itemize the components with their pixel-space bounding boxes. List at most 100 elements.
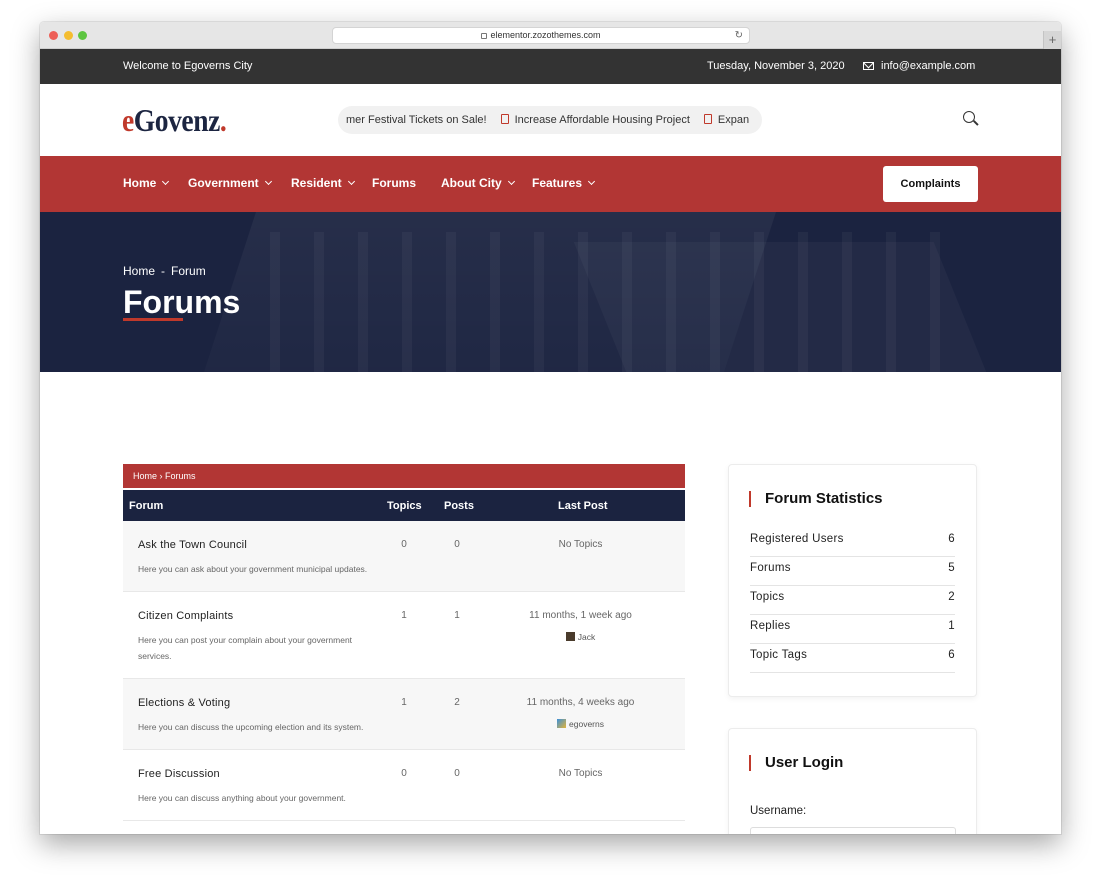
post-count: 2	[454, 697, 460, 708]
document-icon	[500, 114, 509, 124]
user-login-widget: User Login Username:	[728, 728, 977, 834]
lock-icon	[481, 32, 488, 39]
column-header-posts: Posts	[444, 500, 474, 512]
last-post-link[interactable]: 11 months, 4 weeks ago	[508, 697, 653, 708]
news-ticker: mer Festival Tickets on Sale! Increase Af…	[338, 106, 762, 134]
post-count: 1	[454, 610, 460, 621]
nav-item-features[interactable]: Features	[532, 176, 596, 190]
nav-label: About City	[441, 176, 502, 190]
nav-item-resident[interactable]: Resident	[291, 176, 355, 190]
url-text: elementor.zozothemes.com	[490, 30, 601, 40]
logo-text: Govenz	[133, 102, 221, 138]
top-info-bar: Welcome to Egoverns City Tuesday, Novemb…	[40, 49, 1061, 84]
chevron-down-icon	[264, 177, 272, 186]
nav-item-about-city[interactable]: About City	[441, 176, 515, 190]
username-input[interactable]	[750, 827, 956, 834]
post-count: 0	[454, 768, 460, 779]
forum-title-link[interactable]: Free Discussion	[138, 768, 220, 780]
topic-count: 1	[401, 610, 407, 621]
breadcrumb-separator: -	[161, 264, 166, 278]
title-underline	[123, 318, 183, 321]
stat-value: 6	[948, 649, 955, 661]
last-post: No Topics	[558, 768, 603, 779]
breadcrumb-home-link[interactable]: Home	[123, 264, 155, 278]
forum-title-link[interactable]: Ask the Town Council	[138, 539, 247, 551]
nav-label: Forums	[372, 176, 417, 190]
reload-icon[interactable]: ↻	[735, 28, 743, 43]
forum-table-header: Forum Topics Posts Last Post	[123, 490, 685, 521]
forum-description: Here you can post your complain about yo…	[138, 635, 353, 661]
site-logo[interactable]: eGovenz.	[122, 102, 227, 139]
ticker-item[interactable]: Expan	[718, 114, 749, 126]
forum-row: Citizen Complaints Here you can post you…	[123, 592, 685, 679]
main-navigation: Home Government Resident Forums About Ci…	[40, 156, 1061, 212]
chevron-down-icon	[347, 177, 355, 186]
page-hero: Home - Forum Forums	[40, 212, 1061, 372]
site-header: eGovenz. mer Festival Tickets on Sale! In…	[40, 84, 1061, 156]
stat-row: Registered Users 6	[750, 528, 955, 557]
stat-row: Forums 5	[750, 557, 955, 586]
topic-count: 0	[401, 539, 407, 550]
forum-title-link[interactable]: Citizen Complaints	[138, 610, 233, 622]
avatar	[565, 632, 575, 641]
forum-title-link[interactable]: Elections & Voting	[138, 697, 230, 709]
breadcrumb-current: Forum	[171, 264, 206, 278]
search-icon[interactable]	[963, 111, 975, 123]
address-bar[interactable]: elementor.zozothemes.com ↻	[332, 27, 750, 44]
forum-statistics-widget: Forum Statistics Registered Users 6 Forum…	[728, 464, 977, 697]
forum-row: Ask the Town Council Here you can ask ab…	[123, 521, 685, 592]
last-post-link[interactable]: 11 months, 1 week ago	[508, 610, 653, 621]
browser-toolbar: elementor.zozothemes.com ↻ +	[40, 22, 1061, 49]
column-header-last-post: Last Post	[558, 500, 608, 512]
stat-label: Topic Tags	[750, 649, 808, 661]
topic-count: 0	[401, 768, 407, 779]
stat-value: 5	[948, 562, 955, 574]
column-header-topics: Topics	[387, 500, 422, 512]
new-tab-button[interactable]: +	[1043, 31, 1061, 49]
document-icon	[703, 114, 712, 124]
stat-value: 1	[948, 620, 955, 632]
nav-item-home[interactable]: Home	[123, 176, 170, 190]
forum-list: Home › Forums Forum Topics Posts Last Po…	[123, 464, 685, 821]
stat-row: Topics 2	[750, 586, 955, 615]
minimize-window-button[interactable]	[64, 31, 73, 40]
contact-email-link[interactable]: info@example.com	[881, 60, 975, 72]
username-label: Username:	[750, 805, 807, 817]
forum-breadcrumb[interactable]: Home › Forums	[123, 464, 685, 488]
forum-description: Here you can discuss the upcoming electi…	[138, 722, 364, 732]
chevron-down-icon	[507, 177, 515, 186]
welcome-text: Welcome to Egoverns City	[123, 60, 253, 72]
nav-label: Features	[532, 176, 583, 190]
nav-item-government[interactable]: Government	[188, 176, 272, 190]
breadcrumb: Home - Forum	[123, 264, 206, 278]
last-post-author[interactable]: Jack	[508, 632, 653, 642]
widget-title: Forum Statistics	[749, 491, 883, 507]
ticker-item[interactable]: mer Festival Tickets on Sale!	[346, 114, 487, 126]
ticker-item[interactable]: Increase Affordable Housing Project	[515, 114, 690, 126]
column-header-forum: Forum	[129, 500, 164, 512]
stat-label: Registered Users	[750, 533, 844, 545]
stat-row: Replies 1	[750, 615, 955, 644]
forum-description: Here you can discuss anything about your…	[138, 793, 346, 803]
complaints-button[interactable]: Complaints	[883, 166, 978, 202]
nav-label: Government	[188, 176, 259, 190]
hero-background-columns	[270, 232, 970, 372]
stat-label: Replies	[750, 620, 791, 632]
author-name: Jack	[577, 632, 596, 642]
maximize-window-button[interactable]	[78, 31, 87, 40]
stat-value: 6	[948, 533, 955, 545]
browser-window: elementor.zozothemes.com ↻ + Welcome to …	[40, 22, 1061, 834]
page-title: Forums	[123, 284, 241, 320]
nav-label: Home	[123, 176, 157, 190]
nav-item-forums[interactable]: Forums	[372, 176, 416, 190]
last-post-author[interactable]: egoverns	[508, 719, 653, 729]
current-date: Tuesday, November 3, 2020	[707, 60, 845, 72]
topic-count: 1	[401, 697, 407, 708]
forum-row: Free Discussion Here you can discuss any…	[123, 750, 685, 821]
close-window-button[interactable]	[49, 31, 58, 40]
stat-row: Topic Tags 6	[750, 644, 955, 673]
avatar	[557, 719, 567, 728]
chevron-down-icon	[162, 177, 170, 186]
logo-e: e	[122, 102, 134, 138]
author-name: egoverns	[569, 719, 604, 729]
